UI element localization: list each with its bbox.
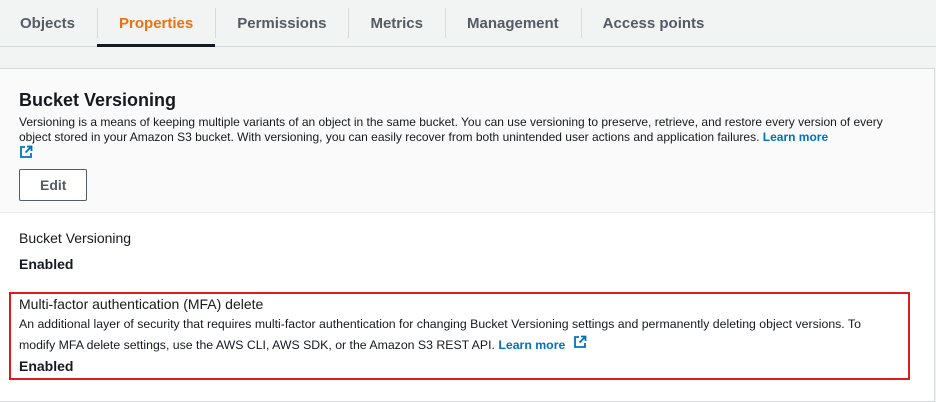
tab-permissions[interactable]: Permissions — [215, 0, 348, 46]
versioning-status-label: Bucket Versioning — [19, 230, 132, 246]
panel-description: Versioning is a means of keeping multipl… — [19, 115, 914, 163]
versioning-status-field: Bucket Versioning — [19, 230, 131, 246]
tab-management[interactable]: Management — [444, 0, 581, 46]
panel-header: Bucket Versioning Versioning is a means … — [0, 69, 934, 213]
tab-properties[interactable]: Properties — [97, 0, 216, 47]
tab-bar: Objects Properties Permissions Metrics M… — [0, 0, 936, 47]
panel-title: Bucket Versioning — [19, 90, 177, 110]
panel-description-text: Versioning is a means of keeping multipl… — [19, 115, 883, 144]
versioning-status-value-wrap: Enabled — [19, 256, 73, 272]
tab-access-points[interactable]: Access points — [580, 0, 727, 46]
external-link-icon[interactable] — [19, 145, 33, 163]
versioning-status-value: Enabled — [19, 256, 74, 272]
highlight-box — [9, 292, 910, 380]
tab-metrics[interactable]: Metrics — [348, 0, 445, 46]
tab-objects[interactable]: Objects — [0, 0, 97, 46]
learn-more-link[interactable]: Learn more — [763, 130, 828, 144]
edit-button[interactable]: Edit — [19, 169, 88, 201]
